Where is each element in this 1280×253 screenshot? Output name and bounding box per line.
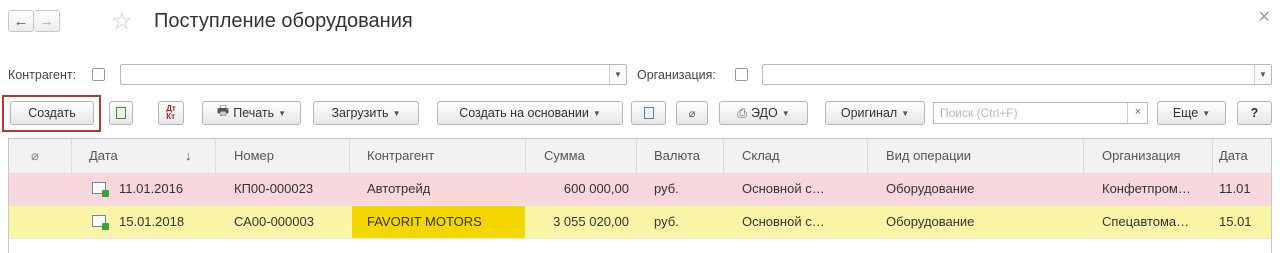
counterparty-filter-field[interactable]: ▼: [120, 64, 627, 85]
forward-arrow-icon: →: [39, 12, 54, 30]
column-header-number[interactable]: Номер: [234, 139, 274, 173]
edo-button[interactable]: ⎙ ЭДО ▼: [719, 101, 808, 125]
sort-desc-icon[interactable]: ↓: [185, 139, 192, 173]
chevron-down-icon[interactable]: ▼: [609, 65, 626, 84]
column-header-warehouse[interactable]: Склад: [742, 139, 780, 173]
cell-number: СА00-000003: [234, 214, 314, 229]
more-button-label: Еще: [1172, 106, 1199, 120]
posted-document-icon: [92, 182, 109, 197]
cell-sum: 600 000,00: [563, 181, 629, 196]
documents-table[interactable]: ⌀ Дата ↓ Номер Контрагент Сумма Валюта С…: [8, 138, 1272, 253]
paperclip-icon: ⌀: [688, 107, 696, 120]
edo-icon: ⎙: [737, 105, 747, 120]
help-icon: ?: [1250, 106, 1259, 120]
load-button[interactable]: Загрузить ▼: [313, 101, 419, 125]
close-icon[interactable]: ×: [1258, 6, 1270, 29]
create-based-on-button[interactable]: Создать на основании ▼: [437, 101, 623, 125]
back-arrow-icon: ←: [13, 12, 29, 30]
chevron-down-icon[interactable]: ▼: [1254, 65, 1271, 84]
dt-kt-icon: Дт Кт: [166, 104, 176, 121]
load-button-label: Загрузить: [331, 106, 389, 120]
print-button[interactable]: 🖶 Печать ▼: [202, 101, 301, 125]
document-add-icon: [116, 107, 126, 119]
page-title: Поступление оборудования: [154, 10, 413, 32]
cell-date: 15.01.2018: [119, 214, 185, 229]
column-header-currency[interactable]: Валюта: [654, 139, 700, 173]
original-button-label: Оригинал: [840, 106, 898, 120]
organization-filter-label: Организация:: [637, 68, 716, 82]
chevron-down-icon: ▼: [1202, 108, 1211, 118]
cell-date-2: 11.01: [1219, 181, 1251, 196]
column-header-organization[interactable]: Организация: [1102, 139, 1180, 173]
cell-counterparty: FAVORIT MOTORS: [367, 214, 482, 229]
cell-warehouse: Основной с…: [742, 214, 825, 229]
cell-warehouse: Основной с…: [742, 181, 825, 196]
posted-document-icon: [92, 215, 109, 230]
original-button[interactable]: Оригинал ▼: [825, 101, 925, 125]
attachment-column-icon[interactable]: ⌀: [31, 139, 39, 173]
counterparty-filter-label: Контрагент:: [8, 68, 77, 82]
help-button[interactable]: ?: [1237, 101, 1272, 125]
add-copy-button[interactable]: [109, 101, 133, 125]
search-placeholder: Поиск (Ctrl+F): [940, 106, 1018, 120]
create-button-label: Создать: [28, 106, 76, 120]
back-button[interactable]: ←: [8, 10, 34, 32]
attach-button[interactable]: ⌀: [676, 101, 708, 125]
cell-operation: Оборудование: [886, 181, 975, 196]
chevron-down-icon: ▼: [781, 108, 790, 118]
cell-date: 11.01.2016: [119, 181, 184, 196]
cell-sum: 3 055 020,00: [553, 214, 629, 229]
column-header-date[interactable]: Дата: [89, 139, 118, 173]
table-row[interactable]: 11.01.2016 КП00-000023 Автотрейд 600 000…: [9, 173, 1271, 206]
chevron-down-icon: ▼: [592, 108, 601, 118]
counterparty-filter-checkbox[interactable]: [92, 68, 105, 81]
dt-kt-button[interactable]: Дт Кт: [158, 101, 184, 125]
organization-filter-field[interactable]: ▼: [762, 64, 1272, 85]
table-row[interactable]: 15.01.2018 СА00-000003 FAVORIT MOTORS 3 …: [9, 206, 1271, 239]
edo-button-label: ЭДО: [750, 106, 778, 120]
cell-counterparty: Автотрейд: [367, 181, 431, 196]
search-input[interactable]: Поиск (Ctrl+F) ×: [933, 102, 1148, 124]
cell-organization: Спецавтома…: [1102, 214, 1190, 229]
cell-currency: руб.: [654, 214, 679, 229]
column-header-operation[interactable]: Вид операции: [886, 139, 971, 173]
table-header: ⌀ Дата ↓ Номер Контрагент Сумма Валюта С…: [9, 139, 1271, 174]
column-header-counterparty[interactable]: Контрагент: [367, 139, 434, 173]
column-header-sum[interactable]: Сумма: [544, 139, 585, 173]
create-button[interactable]: Создать: [10, 101, 94, 125]
cell-date-2: 15.01: [1219, 214, 1252, 229]
chevron-down-icon: ▼: [901, 108, 910, 118]
print-button-label: Печать: [233, 106, 275, 120]
chevron-down-icon: ▼: [392, 108, 401, 118]
forward-button[interactable]: →: [34, 10, 60, 32]
favorite-star-icon[interactable]: ☆: [111, 7, 133, 36]
column-header-date-2[interactable]: Дата: [1219, 139, 1248, 173]
more-button[interactable]: Еще ▼: [1157, 101, 1226, 125]
organization-filter-checkbox[interactable]: [735, 68, 748, 81]
chevron-down-icon: ▼: [278, 108, 287, 118]
clear-search-icon[interactable]: ×: [1127, 103, 1148, 123]
report-button[interactable]: [631, 101, 666, 125]
cell-operation: Оборудование: [886, 214, 975, 229]
cell-currency: руб.: [654, 181, 679, 196]
cell-number: КП00-000023: [234, 181, 314, 196]
cell-organization: Конфетпром…: [1102, 181, 1191, 196]
create-based-on-label: Создать на основании: [459, 106, 589, 120]
document-icon: [643, 107, 654, 119]
printer-icon: 🖶: [216, 103, 230, 118]
